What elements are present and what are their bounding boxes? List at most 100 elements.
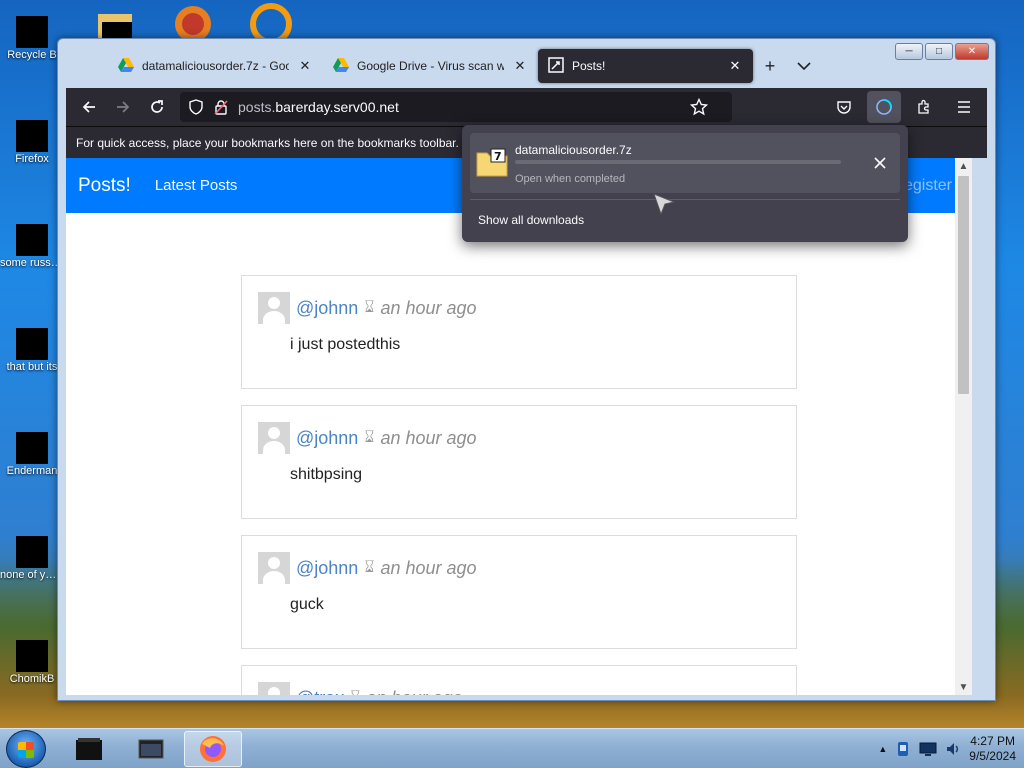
desktop-shortcut-icon	[12, 318, 52, 360]
menu-button[interactable]	[947, 91, 981, 123]
post-timestamp: an hour ago	[380, 427, 477, 448]
post-header: @johnn ⌛︎ an hour ago	[258, 292, 477, 324]
desktop-icon-label: none of y… retards kn…	[0, 569, 64, 581]
hourglass-icon: ⌛︎	[364, 559, 375, 576]
desktop-icon[interactable]: Firefox	[0, 110, 64, 166]
app-icon[interactable]	[248, 0, 294, 45]
taskbar: ▲ 4:27 PM 9/5/2024	[0, 728, 1024, 768]
download-item[interactable]: 7 datamaliciousorder.7z Open when comple…	[470, 133, 900, 193]
desktop-shortcut-icon	[12, 630, 52, 672]
window-icon	[138, 739, 164, 759]
taskbar-app-window[interactable]	[122, 731, 180, 767]
bookmarks-hint: For quick access, place your bookmarks h…	[76, 135, 459, 150]
scroll-down-arrow[interactable]: ▼	[955, 679, 972, 695]
post-username[interactable]: @trax	[296, 688, 344, 696]
avatar[interactable]	[258, 552, 290, 584]
desktop-icon[interactable]: Recycle B	[0, 6, 64, 62]
pocket-button[interactable]	[827, 91, 861, 123]
tray-app-icon[interactable]	[895, 741, 911, 757]
download-progress-bar	[515, 160, 841, 164]
maximize-button[interactable]: □	[925, 43, 953, 60]
start-button[interactable]	[6, 730, 46, 768]
hourglass-icon: ⌛︎	[364, 299, 375, 316]
site-brand[interactable]: Posts!	[78, 175, 131, 197]
lock-warning-icon[interactable]	[214, 99, 228, 115]
network-monitor-icon[interactable]	[919, 741, 937, 757]
page-scrollbar[interactable]: ▲ ▼	[955, 158, 972, 695]
post-username[interactable]: @johnn	[296, 298, 358, 319]
list-all-tabs-button[interactable]	[787, 49, 821, 83]
downloads-divider	[470, 199, 900, 200]
firefox-icon	[200, 736, 226, 762]
post-body: shitbpsing	[290, 466, 363, 483]
scroll-up-arrow[interactable]: ▲	[955, 158, 972, 174]
volume-icon[interactable]	[945, 741, 961, 757]
desktop-shortcut-icon	[12, 214, 52, 256]
desktop-shortcut-icon	[12, 6, 52, 48]
forward-arrow-icon	[117, 101, 130, 113]
desktop-icon[interactable]: none of y… retards kn…	[0, 526, 64, 582]
bookmark-star-button[interactable]	[682, 91, 716, 123]
tab-google-drive-virus-scan[interactable]: Google Drive - Virus scan warn ✕	[323, 49, 538, 83]
tab-google-drive-download[interactable]: datamaliciousorder.7z - Google ✕	[108, 49, 323, 83]
latest-posts-link[interactable]: Latest Posts	[155, 177, 238, 194]
puzzle-icon	[918, 99, 929, 114]
show-all-downloads-button[interactable]: Show all downloads	[478, 213, 584, 227]
download-file-name: datamaliciousorder.7z	[515, 143, 632, 157]
desktop-icon-label: Enderman	[6, 465, 58, 477]
taskbar-app-terminal[interactable]	[60, 731, 118, 767]
minimize-button[interactable]: ─	[895, 43, 923, 60]
desktop-icon[interactable]: some russ… ran a ra…	[0, 214, 64, 270]
google-drive-icon	[333, 57, 349, 75]
system-clock[interactable]: 4:27 PM 9/5/2024	[969, 734, 1016, 764]
tab-strip: datamaliciousorder.7z - Google ✕ Google …	[108, 49, 821, 83]
close-tab-icon[interactable]: ✕	[727, 58, 743, 74]
post-username[interactable]: @johnn	[296, 428, 358, 449]
folder-icon[interactable]	[92, 0, 138, 40]
back-arrow-icon	[82, 101, 95, 113]
reload-button[interactable]	[140, 91, 174, 123]
extensions-button[interactable]	[907, 91, 941, 123]
7z-archive-icon: 7	[476, 147, 508, 177]
clock-date: 9/5/2024	[969, 749, 1016, 763]
app-icon[interactable]	[170, 0, 216, 42]
downloads-button[interactable]	[867, 91, 901, 123]
post-header: @johnn ⌛︎ an hour ago	[258, 422, 477, 454]
close-window-button[interactable]: ✕	[955, 43, 989, 60]
desktop-shortcut-icon	[12, 110, 52, 152]
post-card: @trax⌛︎an hour agoAnother post	[241, 665, 797, 695]
close-tab-icon[interactable]: ✕	[512, 58, 528, 74]
post-username[interactable]: @johnn	[296, 558, 358, 579]
show-hidden-icons-icon[interactable]: ▲	[878, 744, 887, 754]
cancel-download-button[interactable]	[866, 149, 894, 177]
google-drive-icon	[118, 57, 134, 75]
hourglass-icon: ⌛︎	[350, 689, 360, 695]
terminal-icon	[76, 738, 102, 760]
svg-text:7: 7	[494, 150, 502, 163]
close-icon	[874, 157, 886, 169]
tab-title: Posts!	[572, 59, 606, 73]
shield-icon[interactable]	[188, 99, 204, 115]
tab-posts[interactable]: Posts! ✕	[538, 49, 753, 83]
back-button[interactable]	[72, 91, 106, 123]
register-link[interactable]: egister	[904, 177, 952, 195]
desktop-icon[interactable]: ChomikB	[0, 630, 64, 686]
hamburger-icon	[958, 101, 970, 113]
url-text: posts.barerday.serv00.net	[238, 99, 399, 115]
avatar[interactable]	[258, 422, 290, 454]
desktop-icon[interactable]: Enderman	[0, 422, 64, 478]
close-tab-icon[interactable]: ✕	[297, 58, 313, 74]
mouse-cursor-icon	[653, 193, 676, 216]
avatar[interactable]	[258, 682, 290, 695]
taskbar-app-firefox[interactable]	[184, 731, 242, 767]
desktop-icon-label: some russ… ran a ra…	[0, 257, 64, 269]
desktop-shortcut-icon	[12, 422, 52, 464]
url-bar[interactable]: posts.barerday.serv00.net	[180, 92, 732, 122]
desktop-icon[interactable]: that but its	[0, 318, 64, 374]
avatar[interactable]	[258, 292, 290, 324]
desktop-shortcut-icon	[12, 526, 52, 568]
window-controls: ─ □ ✕	[895, 43, 989, 60]
new-tab-button[interactable]: +	[753, 49, 787, 83]
forward-button[interactable]	[106, 91, 140, 123]
scroll-thumb[interactable]	[958, 176, 969, 394]
